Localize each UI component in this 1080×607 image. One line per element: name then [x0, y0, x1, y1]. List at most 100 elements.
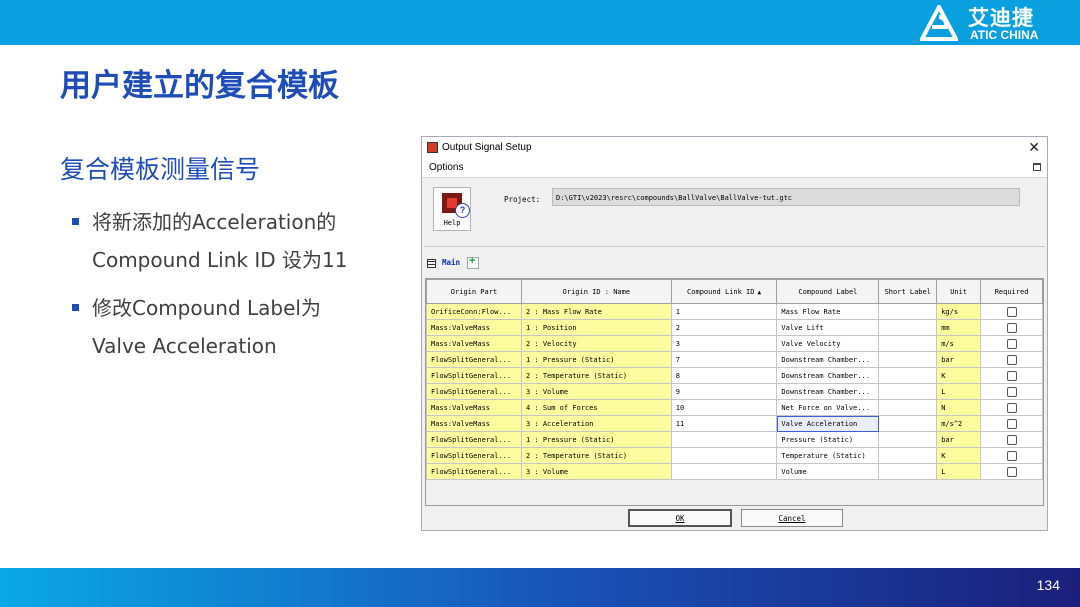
column-header[interactable]: Compound Link ID ▲	[670, 279, 778, 304]
compound-link-id-cell[interactable]: 3	[670, 335, 778, 352]
table-row[interactable]: Mass:ValveMass 1 : Position 2 Valve Lift mm	[426, 319, 1043, 336]
table-row[interactable]: Mass:ValveMass 2 : Velocity 3 Valve Velocit…	[426, 335, 1043, 352]
unit-cell[interactable]: N	[936, 399, 982, 416]
column-header[interactable]: Unit	[936, 279, 982, 304]
short-label-cell[interactable]	[878, 383, 938, 400]
compound-label-cell[interactable]: Downstream Chamber...	[776, 367, 880, 384]
compound-label-cell[interactable]: Valve Velocity	[776, 335, 880, 352]
ok-button[interactable]: OK	[628, 509, 732, 527]
cancel-button[interactable]: Cancel	[741, 509, 843, 527]
required-checkbox[interactable]	[1006, 386, 1017, 397]
compound-label-cell[interactable]: Pressure (Static)	[776, 431, 880, 448]
compound-label-cell[interactable]: Valve Lift	[776, 319, 880, 336]
unit-cell[interactable]: K	[936, 367, 982, 384]
unit-cell[interactable]: kg/s	[936, 303, 982, 320]
required-checkbox[interactable]	[1006, 450, 1017, 461]
table-row[interactable]: FlowSplitGeneral... 2 : Temperature (Stat…	[426, 367, 1043, 384]
required-checkbox[interactable]	[1006, 402, 1017, 413]
table-row[interactable]: Mass:ValveMass 3 : Acceleration 11 Valve Ac…	[426, 415, 1043, 432]
compound-label-cell[interactable]: Temperature (Static)	[776, 447, 880, 464]
required-checkbox[interactable]	[1006, 418, 1017, 429]
origin-id-cell[interactable]: 4 : Sum of Forces	[520, 399, 672, 416]
origin-part-cell[interactable]: Mass:ValveMass	[426, 319, 522, 336]
origin-part-cell[interactable]: OrificeConn:Flow...	[426, 303, 522, 320]
required-checkbox[interactable]	[1006, 370, 1017, 381]
compound-link-id-cell[interactable]: 1	[670, 303, 778, 320]
restore-icon[interactable]	[1033, 163, 1041, 171]
compound-label-cell[interactable]: Downstream Chamber...	[776, 351, 880, 368]
short-label-cell[interactable]	[878, 303, 938, 320]
tab-main[interactable]: Main	[442, 258, 460, 267]
short-label-cell[interactable]	[878, 351, 938, 368]
column-header[interactable]: Required	[980, 279, 1043, 304]
table-row[interactable]: FlowSplitGeneral... 1 : Pressure (Static)…	[426, 351, 1043, 368]
table-row[interactable]: Mass:ValveMass 4 : Sum of Forces 10 Net For…	[426, 399, 1043, 416]
column-header[interactable]: Origin ID : Name	[520, 279, 672, 304]
origin-part-cell[interactable]: FlowSplitGeneral...	[426, 383, 522, 400]
compound-label-cell[interactable]: Volume	[776, 463, 880, 480]
origin-id-cell[interactable]: 1 : Pressure (Static)	[520, 351, 672, 368]
unit-cell[interactable]: K	[936, 447, 982, 464]
column-header[interactable]: Origin Part	[426, 279, 522, 304]
table-row[interactable]: OrificeConn:Flow... 2 : Mass Flow Rate 1 Ma…	[426, 303, 1043, 320]
compound-link-id-cell[interactable]: 11	[670, 415, 778, 432]
origin-id-cell[interactable]: 3 : Acceleration	[520, 415, 672, 432]
compound-link-id-cell[interactable]	[670, 447, 778, 464]
unit-cell[interactable]: m/s	[936, 335, 982, 352]
short-label-cell[interactable]	[878, 399, 938, 416]
compound-link-id-cell[interactable]: 2	[670, 319, 778, 336]
required-checkbox[interactable]	[1006, 354, 1017, 365]
unit-cell[interactable]: L	[936, 383, 982, 400]
table-row[interactable]: FlowSplitGeneral... 3 : Volume Volume L	[426, 463, 1043, 480]
origin-id-cell[interactable]: 3 : Volume	[520, 463, 672, 480]
origin-part-cell[interactable]: FlowSplitGeneral...	[426, 463, 522, 480]
origin-id-cell[interactable]: 1 : Position	[520, 319, 672, 336]
origin-id-cell[interactable]: 1 : Pressure (Static)	[520, 431, 672, 448]
origin-part-cell[interactable]: FlowSplitGeneral...	[426, 351, 522, 368]
compound-link-id-cell[interactable]	[670, 431, 778, 448]
unit-cell[interactable]: L	[936, 463, 982, 480]
compound-label-cell[interactable]: Downstream Chamber...	[776, 383, 880, 400]
table-row[interactable]: FlowSplitGeneral... 2 : Temperature (Stat…	[426, 447, 1043, 464]
origin-id-cell[interactable]: 2 : Velocity	[520, 335, 672, 352]
compound-link-id-cell[interactable]: 9	[670, 383, 778, 400]
add-row-icon[interactable]	[467, 255, 479, 269]
origin-part-cell[interactable]: Mass:ValveMass	[426, 399, 522, 416]
close-icon[interactable]: ✕	[1028, 139, 1040, 156]
origin-id-cell[interactable]: 2 : Temperature (Static)	[520, 367, 672, 384]
origin-id-cell[interactable]: 2 : Temperature (Static)	[520, 447, 672, 464]
origin-id-cell[interactable]: 2 : Mass Flow Rate	[520, 303, 672, 320]
required-checkbox[interactable]	[1006, 466, 1017, 477]
project-path-field[interactable]: D:\GTI\v2023\resrc\compounds\BallValve\B…	[552, 188, 1020, 206]
compound-link-id-cell[interactable]	[670, 463, 778, 480]
required-checkbox[interactable]	[1006, 338, 1017, 349]
column-header[interactable]: Short Label	[878, 279, 938, 304]
required-checkbox[interactable]	[1006, 434, 1017, 445]
origin-part-cell[interactable]: FlowSplitGeneral...	[426, 367, 522, 384]
short-label-cell[interactable]	[878, 335, 938, 352]
short-label-cell[interactable]	[878, 367, 938, 384]
origin-part-cell[interactable]: FlowSplitGeneral...	[426, 447, 522, 464]
unit-cell[interactable]: bar	[936, 431, 982, 448]
origin-part-cell[interactable]: FlowSplitGeneral...	[426, 431, 522, 448]
help-button[interactable]: ? Help	[433, 187, 471, 231]
origin-id-cell[interactable]: 3 : Volume	[520, 383, 672, 400]
origin-part-cell[interactable]: Mass:ValveMass	[426, 415, 522, 432]
compound-label-cell[interactable]: Valve Acceleration	[776, 415, 880, 432]
compound-label-cell[interactable]: Mass Flow Rate	[776, 303, 880, 320]
short-label-cell[interactable]	[878, 447, 938, 464]
short-label-cell[interactable]	[878, 463, 938, 480]
table-row[interactable]: FlowSplitGeneral... 3 : Volume 9 Downstream…	[426, 383, 1043, 400]
compound-link-id-cell[interactable]: 8	[670, 367, 778, 384]
required-checkbox[interactable]	[1006, 322, 1017, 333]
short-label-cell[interactable]	[878, 431, 938, 448]
unit-cell[interactable]: bar	[936, 351, 982, 368]
table-row[interactable]: FlowSplitGeneral... 1 : Pressure (Static)…	[426, 431, 1043, 448]
compound-link-id-cell[interactable]: 10	[670, 399, 778, 416]
unit-cell[interactable]: m/s^2	[936, 415, 982, 432]
compound-link-id-cell[interactable]: 7	[670, 351, 778, 368]
menu-options[interactable]: Options	[429, 162, 463, 173]
short-label-cell[interactable]	[878, 415, 938, 432]
unit-cell[interactable]: mm	[936, 319, 982, 336]
compound-label-cell[interactable]: Net Force on Valve...	[776, 399, 880, 416]
